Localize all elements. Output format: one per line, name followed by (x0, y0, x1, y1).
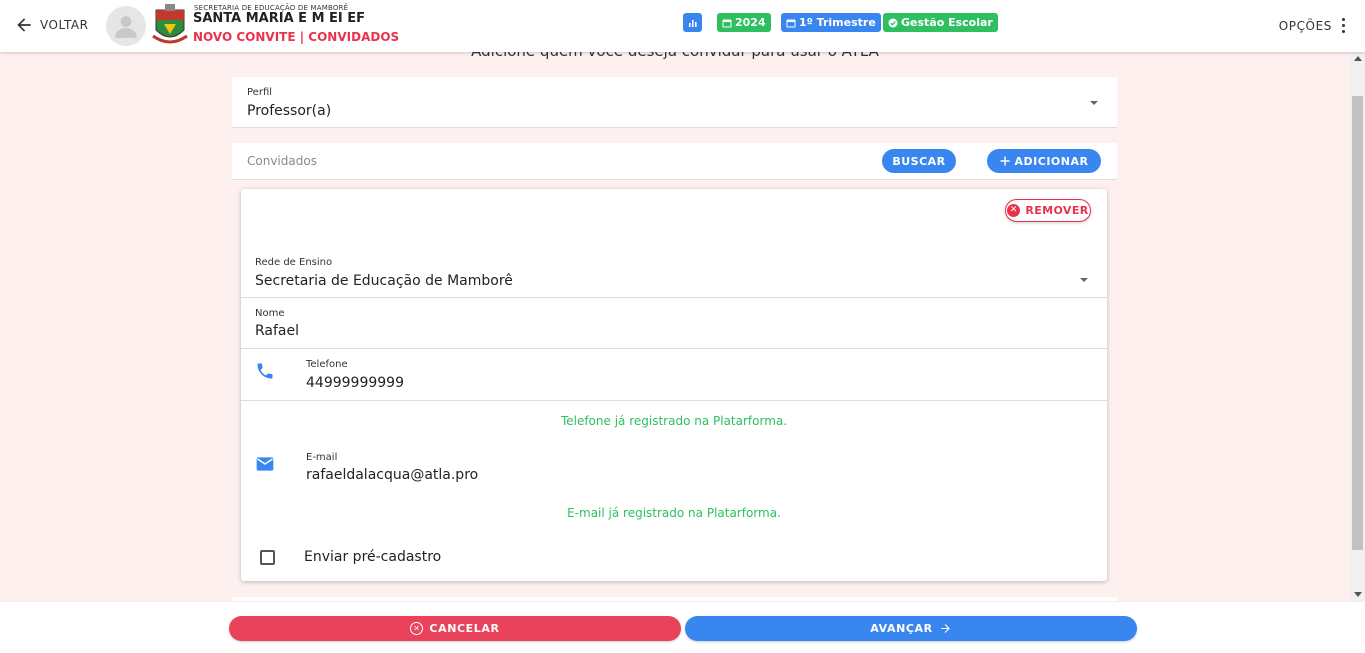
module-chip[interactable]: Gestão Escolar (883, 13, 998, 32)
divider (241, 400, 1107, 401)
remove-guest-button-label: REMOVER (1025, 204, 1089, 217)
term-chip[interactable]: 1º Trimestre (781, 13, 881, 32)
page-subtitle: NOVO CONVITE | CONVIDADOS (193, 30, 400, 44)
email-status-message: E-mail já registrado na Platarforma. (567, 506, 781, 520)
options-menu-button[interactable]: OPÇÕES (1279, 18, 1345, 33)
scroll-up-arrow-icon[interactable] (1354, 56, 1362, 61)
bottom-action-bar: ✕ CANCELAR AVANÇAR (0, 601, 1365, 653)
user-icon (115, 16, 137, 38)
cancel-button[interactable]: ✕ CANCELAR (229, 616, 681, 641)
search-button[interactable]: BUSCAR (882, 149, 956, 173)
telefone-value: 44999999999 (306, 375, 404, 391)
options-label: OPÇÕES (1278, 18, 1332, 33)
next-button-label: AVANÇAR (870, 622, 933, 635)
pre-register-checkbox[interactable] (260, 550, 275, 565)
phone-icon (257, 363, 273, 379)
telefone-field[interactable]: Telefone 44999999999 (291, 349, 1107, 400)
convidados-section: Convidados BUSCAR ADICIONAR (232, 143, 1117, 180)
next-button[interactable]: AVANÇAR (685, 616, 1137, 641)
telefone-label: Telefone (306, 359, 348, 370)
scroll-down-arrow-icon[interactable] (1354, 592, 1362, 597)
stats-chip[interactable] (683, 13, 702, 32)
page-scrollbar[interactable] (1350, 52, 1365, 601)
email-field[interactable]: E-mail rafaeldalacqua@atla.pro (291, 444, 1107, 490)
back-button[interactable]: VOLTAR (14, 15, 88, 35)
org-title: SANTA MARIA E M EI EF (193, 11, 366, 26)
pre-register-label: Enviar pré-cadastro (304, 549, 442, 565)
rede-label: Rede de Ensino (255, 257, 333, 268)
calendar-icon (786, 19, 796, 27)
scrollbar-thumb[interactable] (1352, 96, 1363, 550)
add-guest-button[interactable]: ADICIONAR (987, 149, 1101, 173)
nome-value: Rafael (255, 323, 300, 339)
cancel-button-label: CANCELAR (429, 622, 500, 635)
dropdown-caret-icon (1090, 101, 1098, 105)
plus-icon (1000, 156, 1010, 166)
perfil-value: Professor(a) (247, 103, 332, 119)
year-chip[interactable]: 2024 (717, 13, 771, 32)
top-bar: VOLTAR SECRETARIA DE EDUCAÇÃO DE MAMBORÊ… (0, 0, 1365, 52)
perfil-select[interactable]: Perfil Professor(a) (232, 77, 1117, 128)
check-circle-icon (888, 18, 898, 27)
arrow-left-icon (17, 18, 31, 32)
close-circle-icon: ✕ (1007, 204, 1021, 217)
dropdown-caret-icon (1080, 278, 1088, 282)
telefone-status-message: Telefone já registrado na Platarforma. (560, 414, 788, 428)
term-chip-label: 1º Trimestre (799, 16, 876, 29)
calendar-icon (722, 19, 732, 27)
email-icon (256, 457, 274, 471)
year-chip-label: 2024 (735, 16, 766, 29)
guest-card: ✕ REMOVER Rede de Ensino Secretaria de E… (241, 189, 1107, 581)
avatar[interactable] (106, 6, 146, 46)
email-value: rafaeldalacqua@atla.pro (306, 467, 479, 483)
search-button-label: BUSCAR (892, 154, 946, 168)
nome-label: Nome (255, 308, 285, 319)
email-label: E-mail (306, 452, 338, 463)
remove-guest-button[interactable]: ✕ REMOVER (1005, 199, 1091, 222)
back-label: VOLTAR (40, 18, 89, 32)
more-vertical-icon (1342, 18, 1345, 33)
municipal-crest-icon (152, 4, 188, 44)
module-chip-label: Gestão Escolar (901, 16, 993, 29)
convidados-label: Convidados (247, 154, 317, 168)
perfil-label: Perfil (247, 87, 273, 98)
nome-field[interactable]: Nome Rafael (241, 298, 1107, 348)
add-guest-button-label: ADICIONAR (1014, 154, 1089, 168)
rede-select[interactable]: Rede de Ensino Secretaria de Educação de… (241, 251, 1107, 297)
chart-icon (688, 19, 697, 27)
rede-value: Secretaria de Educação de Mamborê (255, 273, 513, 289)
arrow-right-icon (940, 624, 950, 633)
close-circle-icon: ✕ (410, 622, 424, 635)
